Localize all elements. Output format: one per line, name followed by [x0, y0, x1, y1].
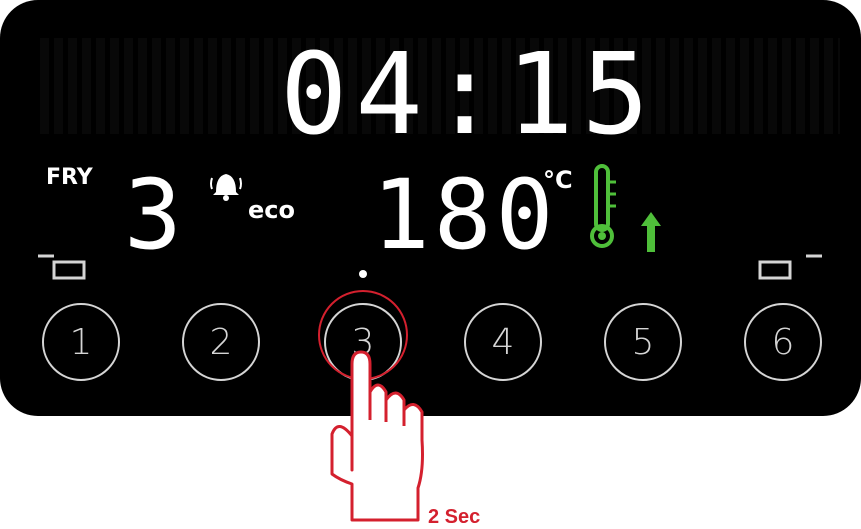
hand-pointer-overlay — [330, 350, 424, 522]
press-duration-label: 2 Sec — [428, 506, 481, 528]
hand-pointer-icon — [330, 350, 424, 522]
